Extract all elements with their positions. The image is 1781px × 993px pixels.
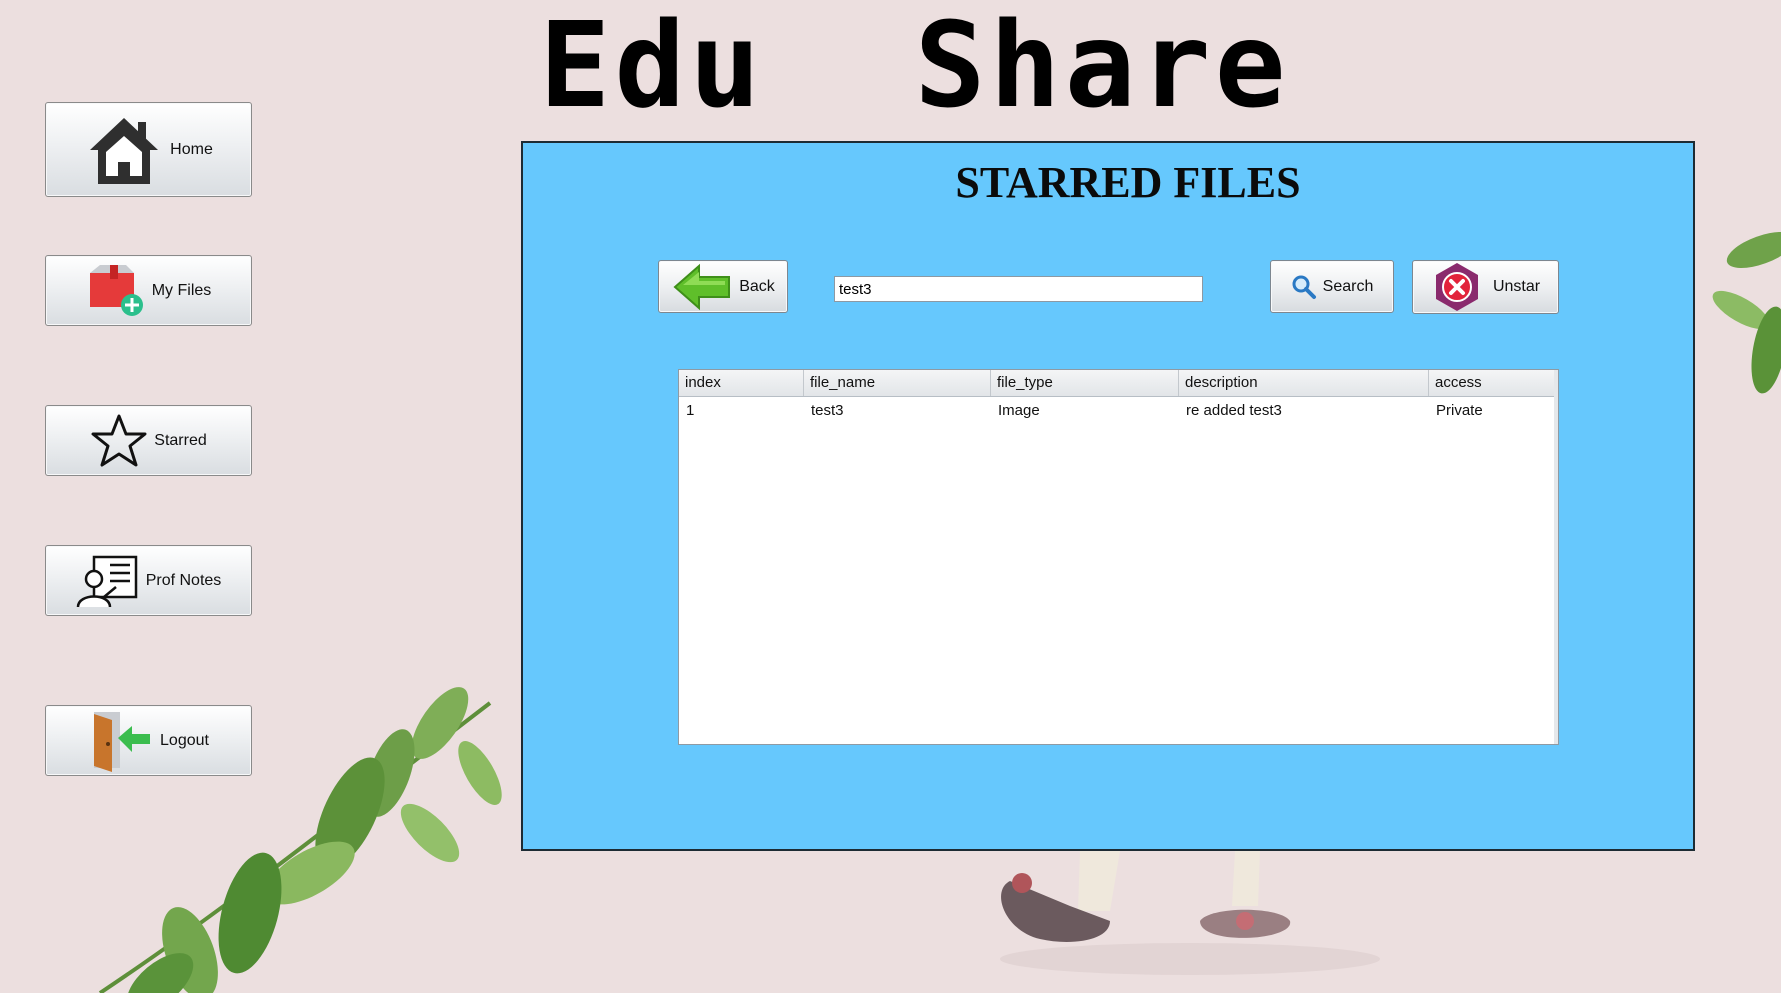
table-scrollbar[interactable] — [1554, 370, 1558, 744]
sidebar-item-label: Logout — [160, 731, 209, 749]
back-button-label: Back — [739, 277, 775, 295]
table-header: index file_name file_type description ac… — [679, 370, 1558, 397]
column-header-description[interactable]: description — [1179, 370, 1429, 396]
column-header-file-type[interactable]: file_type — [991, 370, 1179, 396]
sidebar-item-label: Home — [170, 140, 213, 158]
sidebar-item-prof-notes[interactable]: Prof Notes — [45, 545, 252, 616]
search-icon — [1291, 274, 1317, 300]
search-input[interactable] — [834, 276, 1203, 302]
leaf-decoration-right — [1712, 231, 1781, 394]
sidebar-item-home[interactable]: Home — [45, 102, 252, 197]
panel-title: STARRED FILES — [955, 158, 1301, 207]
feet-illustration — [1000, 851, 1380, 975]
search-button[interactable]: Search — [1270, 260, 1394, 313]
sidebar-item-label: My Files — [151, 281, 212, 299]
teacher-notes-icon — [76, 553, 140, 609]
close-icon — [1431, 261, 1483, 313]
starred-files-panel: STARRED FILES Back Search Unsta — [521, 141, 1695, 851]
column-header-index[interactable]: index — [679, 370, 804, 396]
star-icon — [90, 413, 148, 469]
cell-description: re added test3 — [1186, 402, 1282, 419]
starred-files-table: index file_name file_type description ac… — [678, 369, 1559, 745]
table-row[interactable]: 1 test3 Image re added test3 Private — [679, 397, 1558, 423]
sidebar-item-logout[interactable]: Logout — [45, 705, 252, 776]
search-button-label: Search — [1322, 277, 1374, 295]
folder-add-icon — [86, 263, 146, 319]
home-icon — [84, 110, 164, 190]
unstar-button-label: Unstar — [1492, 278, 1541, 295]
back-arrow-icon — [671, 263, 733, 311]
sidebar-item-my-files[interactable]: My Files — [45, 255, 252, 326]
sidebar-item-label: Prof Notes — [145, 571, 222, 589]
back-button[interactable]: Back — [658, 260, 788, 313]
cell-file-name: test3 — [811, 402, 844, 419]
cell-file-type: Image — [998, 402, 1040, 419]
door-exit-icon — [88, 708, 154, 774]
sidebar-item-starred[interactable]: Starred — [45, 405, 252, 476]
unstar-button[interactable]: Unstar — [1412, 260, 1559, 314]
cell-index: 1 — [686, 402, 695, 419]
sidebar-item-label: Starred — [154, 431, 207, 449]
column-header-file-name[interactable]: file_name — [804, 370, 991, 396]
app-title: Edu Share — [539, 0, 1290, 134]
column-header-access[interactable]: access — [1429, 370, 1556, 396]
cell-access: Private — [1436, 402, 1483, 419]
